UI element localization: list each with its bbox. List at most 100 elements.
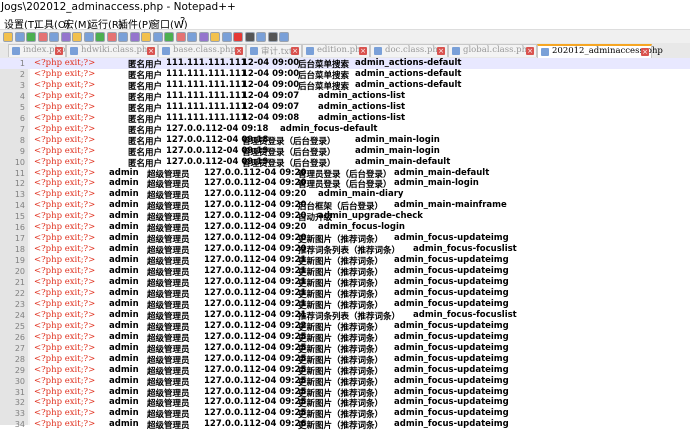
code-line[interactable]: 31 <?php exit;?> admin 超级管理员 127.0.0.112-04 … xyxy=(0,387,690,399)
toolbar-button-icon[interactable] xyxy=(129,32,140,42)
file-icon xyxy=(12,47,20,55)
toolbar-button-icon[interactable] xyxy=(279,32,289,42)
tab-bar: index.php × hdwiki.class.php × base.class.ph… xyxy=(0,43,690,59)
php-exit-tag: <?php exit;?> xyxy=(34,353,96,364)
code-line[interactable]: 19 <?php exit;?> admin 超级管理员 127.0.0.112-04 … xyxy=(0,255,690,267)
code-line[interactable]: 25 <?php exit;?> admin 超级管理员 127.0.0.112-04 … xyxy=(0,320,690,333)
toolbar-button-icon[interactable] xyxy=(175,32,186,42)
code-line[interactable]: 5 <?php exit;?> 匿名用户 111.111.111.111 12-04 0… xyxy=(0,101,690,114)
close-tab-icon[interactable]: × xyxy=(437,47,445,55)
toolbar-button-icon[interactable] xyxy=(152,32,163,42)
php-exit-tag: <?php exit;?> xyxy=(34,331,96,342)
code-line[interactable]: 14 <?php exit;?> admin 超级管理员 127.0.0.112-04 … xyxy=(0,200,690,212)
log-field: 127.0.0.112-04 09:21 xyxy=(204,266,307,277)
tab-1[interactable]: hdwiki.class.php × xyxy=(66,44,158,57)
close-tab-icon[interactable]: × xyxy=(147,47,155,55)
php-exit-tag: <?php exit;?> xyxy=(34,68,96,79)
line-number: 14 xyxy=(14,201,25,211)
php-exit-tag: <?php exit;?> xyxy=(34,233,96,244)
code-line[interactable]: 11 <?php exit;?> admin 超级管理员 127.0.0.112-04 … xyxy=(0,168,690,180)
code-line[interactable]: 7 <?php exit;?> 匿名用户 127.0.0.112-04 09:18 ad… xyxy=(0,124,690,136)
code-line[interactable]: 13 <?php exit;?> admin 超级管理员 127.0.0.112-04 … xyxy=(0,189,690,201)
code-line[interactable]: 2 <?php exit;?> 匿名用户 111.111.111.111 12-04 0… xyxy=(0,68,690,81)
close-tab-icon[interactable]: × xyxy=(235,47,243,55)
log-field: admin xyxy=(109,320,139,331)
code-line[interactable]: 20 <?php exit;?> admin 超级管理员 127.0.0.112-04 … xyxy=(0,266,690,278)
log-field: admin xyxy=(109,244,139,255)
toolbar-button-icon[interactable] xyxy=(187,32,197,42)
toolbar-button-icon[interactable] xyxy=(221,32,232,42)
toolbar-button-icon[interactable] xyxy=(72,32,82,42)
code-line[interactable]: 24 <?php exit;?> admin 超级管理员 127.0.0.112-04 … xyxy=(0,309,690,322)
tab-0[interactable]: index.php × xyxy=(8,44,66,57)
log-field: admin_main-diary xyxy=(318,189,404,200)
code-line[interactable]: 18 <?php exit;?> admin 超级管理员 127.0.0.112-04 … xyxy=(0,244,690,256)
toolbar-button-icon[interactable] xyxy=(244,32,255,42)
toolbar-button-icon[interactable] xyxy=(164,32,174,42)
log-field: admin_focus-updateimg xyxy=(394,419,509,430)
log-field: 127.0.0.112-04 09:20 xyxy=(204,200,307,211)
toolbar-button-icon[interactable] xyxy=(49,32,59,42)
tab-2[interactable]: base.class.php × xyxy=(158,44,246,57)
code-line[interactable]: 3 <?php exit;?> 匿名用户 111.111.111.111 12-04 0… xyxy=(0,80,690,92)
code-line[interactable]: 6 <?php exit;?> 匿名用户 111.111.111.111 12-04 0… xyxy=(0,113,690,125)
line-number: 33 xyxy=(14,409,25,419)
code-line[interactable]: 9 <?php exit;?> 匿名用户 127.0.0.112-04 09:19 管理… xyxy=(0,146,690,158)
code-line[interactable]: 1 <?php exit;?> 匿名用户 111.111.111.111 12-04 0… xyxy=(0,58,690,70)
code-line[interactable]: 30 <?php exit;?> admin 超级管理员 127.0.0.112-04 … xyxy=(0,375,690,388)
code-line[interactable]: 33 <?php exit;?> admin 超级管理员 127.0.0.112-04 … xyxy=(0,408,690,420)
php-exit-tag: <?php exit;?> xyxy=(34,211,96,222)
code-line[interactable]: 28 <?php exit;?> admin 超级管理员 127.0.0.112-04 … xyxy=(0,353,690,366)
toolbar-button-icon[interactable] xyxy=(256,32,266,42)
php-exit-tag: <?php exit;?> xyxy=(34,189,96,200)
close-tab-icon[interactable]: × xyxy=(291,47,299,55)
toolbar-button-icon[interactable] xyxy=(118,32,128,42)
code-line[interactable]: 27 <?php exit;?> admin 超级管理员 127.0.0.112-04 … xyxy=(0,343,690,355)
toolbar-button-icon[interactable] xyxy=(83,32,94,42)
toolbar-button-icon[interactable] xyxy=(233,32,243,42)
log-field: admin_focus-updateimg xyxy=(394,255,509,266)
toolbar-button-icon[interactable] xyxy=(3,32,13,42)
toolbar-button-icon[interactable] xyxy=(60,32,71,42)
tab-5[interactable]: doc.class.php × xyxy=(370,44,448,57)
line-number: 5 xyxy=(19,102,25,112)
code-line[interactable]: 23 <?php exit;?> admin 超级管理员 127.0.0.112-04 … xyxy=(0,299,690,311)
close-tab-icon[interactable]: × xyxy=(359,47,367,55)
tab-7[interactable]: 202012_adminaccess.php × xyxy=(537,44,663,58)
tab-3[interactable]: 审计.txt × xyxy=(246,44,302,57)
menu-item-6[interactable]: ? xyxy=(180,16,185,27)
file-icon xyxy=(374,47,382,55)
code-line[interactable]: 17 <?php exit;?> admin 超级管理员 127.0.0.112-04 … xyxy=(0,233,690,245)
code-line[interactable]: 4 <?php exit;?> 匿名用户 111.111.111.111 12-04 0… xyxy=(0,91,690,103)
toolbar-button-icon[interactable] xyxy=(37,32,48,42)
code-line[interactable]: 32 <?php exit;?> admin 超级管理员 127.0.0.112-04 … xyxy=(0,397,690,409)
toolbar-button-icon[interactable] xyxy=(106,32,117,42)
log-field: 127.0.0.112-04 09:20 xyxy=(204,222,307,233)
toolbar-button-icon[interactable] xyxy=(95,32,105,42)
tab-6[interactable]: global.class.php × xyxy=(448,44,537,57)
toolbar-button-icon[interactable] xyxy=(267,32,278,42)
code-line[interactable]: 26 <?php exit;?> admin 超级管理员 127.0.0.112-04 … xyxy=(0,331,690,344)
toolbar-button-icon[interactable] xyxy=(198,32,209,42)
code-line[interactable]: 12 <?php exit;?> admin 超级管理员 127.0.0.112-04 … xyxy=(0,178,690,190)
code-line[interactable]: 16 <?php exit;?> admin 超级管理员 127.0.0.112-04 … xyxy=(0,222,690,234)
code-line[interactable]: 8 <?php exit;?> 匿名用户 127.0.0.112-04 09:18 管理… xyxy=(0,135,690,147)
php-exit-tag: <?php exit;?> xyxy=(34,375,96,386)
code-line[interactable]: 15 <?php exit;?> admin 超级管理员 127.0.0.112-04 … xyxy=(0,211,690,223)
close-tab-icon[interactable]: × xyxy=(55,47,63,55)
toolbar-button-icon[interactable] xyxy=(14,32,25,42)
toolbar-button-icon[interactable] xyxy=(141,32,151,42)
php-exit-tag: <?php exit;?> xyxy=(34,101,96,112)
close-tab-icon[interactable]: × xyxy=(526,47,534,55)
toolbar-button-icon[interactable] xyxy=(26,32,36,42)
toolbar-button-icon[interactable] xyxy=(210,32,220,42)
log-field: 127.0.0.112-04 09:21 xyxy=(204,309,307,320)
code-line[interactable]: 29 <?php exit;?> admin 超级管理员 127.0.0.112-04 … xyxy=(0,365,690,377)
close-tab-icon[interactable]: × xyxy=(641,48,649,56)
code-line[interactable]: 21 <?php exit;?> admin 超级管理员 127.0.0.112-04 … xyxy=(0,277,690,289)
code-line[interactable]: 22 <?php exit;?> admin 超级管理员 127.0.0.112-04 … xyxy=(0,288,690,300)
log-field: admin xyxy=(109,178,139,189)
editor[interactable]: 1 <?php exit;?> 匿名用户 111.111.111.111 12-04 0… xyxy=(0,58,690,431)
tab-4[interactable]: edition.php × xyxy=(302,44,370,57)
code-line[interactable]: 10 <?php exit;?> 匿名用户 127.0.0.112-04 09:19 管… xyxy=(0,157,690,169)
